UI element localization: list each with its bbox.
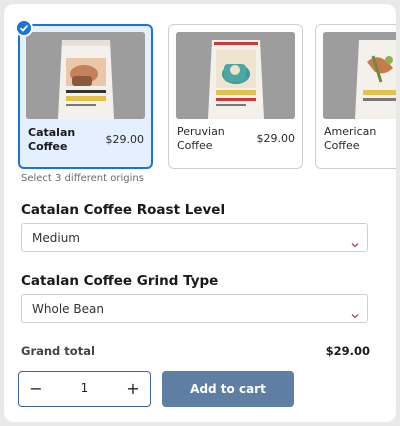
checkmark-icon	[15, 19, 33, 37]
product-price: $29.00	[105, 133, 145, 146]
roast-level-select[interactable]: Medium	[21, 223, 368, 252]
grand-total-label: Grand total	[21, 344, 95, 358]
grand-total-value: $29.00	[325, 344, 370, 358]
increment-button[interactable]: +	[116, 372, 150, 405]
roast-level-label: Catalan Coffee Roast Level	[21, 202, 226, 218]
product-card-catalan[interactable]: Catalan Coffee $29.00	[18, 24, 153, 169]
american-coffee-image	[323, 32, 396, 119]
chevron-down-icon	[351, 233, 359, 252]
quantity-value[interactable]: 1	[53, 381, 116, 395]
decrement-button[interactable]: −	[19, 372, 53, 405]
product-name: Peruvian Coffee	[177, 125, 225, 152]
chevron-down-icon	[351, 304, 359, 323]
catalan-coffee-image	[26, 32, 145, 119]
select-value: Medium	[32, 231, 80, 245]
peruvian-coffee-image	[176, 32, 295, 119]
helper-text: Select 3 different origins	[21, 173, 144, 184]
select-value: Whole Bean	[32, 302, 104, 316]
product-name: American Coffee	[324, 125, 377, 152]
add-to-cart-button[interactable]: Add to cart	[162, 371, 294, 407]
quantity-stepper: − 1 +	[18, 371, 151, 407]
grind-type-select[interactable]: Whole Bean	[21, 294, 368, 323]
product-card-peruvian[interactable]: Peruvian Coffee $29.00	[168, 24, 303, 169]
product-card-american[interactable]: American Coffee	[315, 24, 396, 169]
product-panel: Catalan Coffee $29.00 Peruvian Coffee $2…	[4, 4, 396, 422]
product-name: Catalan Coffee	[28, 126, 76, 153]
product-price: $29.00	[256, 132, 296, 145]
grind-type-label: Catalan Coffee Grind Type	[21, 273, 219, 289]
